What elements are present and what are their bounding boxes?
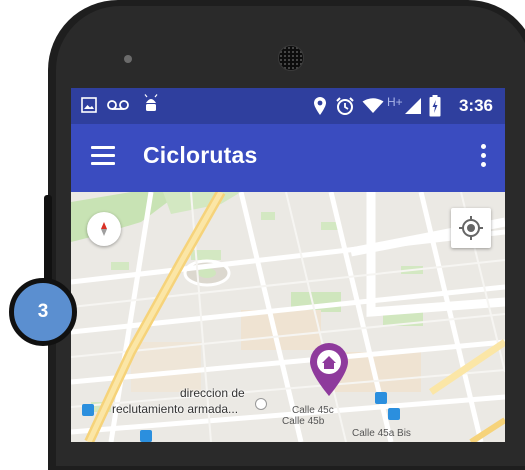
earpiece-speaker — [278, 45, 304, 71]
compass-icon[interactable] — [87, 212, 121, 246]
proximity-sensor — [124, 55, 132, 63]
street-label-calle-45b: Calle 45b — [282, 416, 325, 427]
alarm-icon — [336, 97, 354, 115]
more-vert-icon[interactable] — [481, 144, 487, 170]
status-bar: H+ 3:36 — [71, 88, 505, 124]
bus-stop-icon[interactable] — [82, 404, 94, 416]
bus-stop-icon[interactable] — [388, 408, 400, 420]
poi-label-reclutamiento: reclutamiento armada... — [112, 402, 239, 416]
battery-charging-icon — [429, 95, 441, 117]
network-type: H+ — [387, 95, 403, 109]
location-icon — [314, 97, 326, 115]
status-time: 3:36 — [458, 96, 493, 115]
home-marker-icon[interactable] — [307, 342, 351, 398]
bus-stop-icon[interactable] — [140, 430, 152, 442]
hamburger-menu-icon[interactable] — [91, 146, 115, 166]
signal-icon — [405, 98, 421, 114]
voicemail-icon — [107, 100, 129, 110]
image-icon — [81, 97, 97, 113]
phone-screen: H+ 3:36 Ciclorutas — [71, 88, 505, 442]
wifi-icon — [362, 98, 384, 113]
bus-stop-icon[interactable] — [375, 392, 387, 404]
poi-label-direccion: direccion de — [180, 386, 245, 400]
poi-marker-dot[interactable] — [255, 398, 267, 410]
android-icon — [144, 94, 158, 111]
callout-badge: 3 — [9, 278, 77, 346]
app-bar: Ciclorutas — [71, 124, 505, 192]
street-label-calle-45a-bis: Calle 45a Bis — [352, 428, 411, 439]
street-label-calle-45c: Calle 45c — [292, 405, 334, 416]
app-title: Ciclorutas — [143, 142, 258, 168]
my-location-icon[interactable] — [451, 208, 491, 248]
